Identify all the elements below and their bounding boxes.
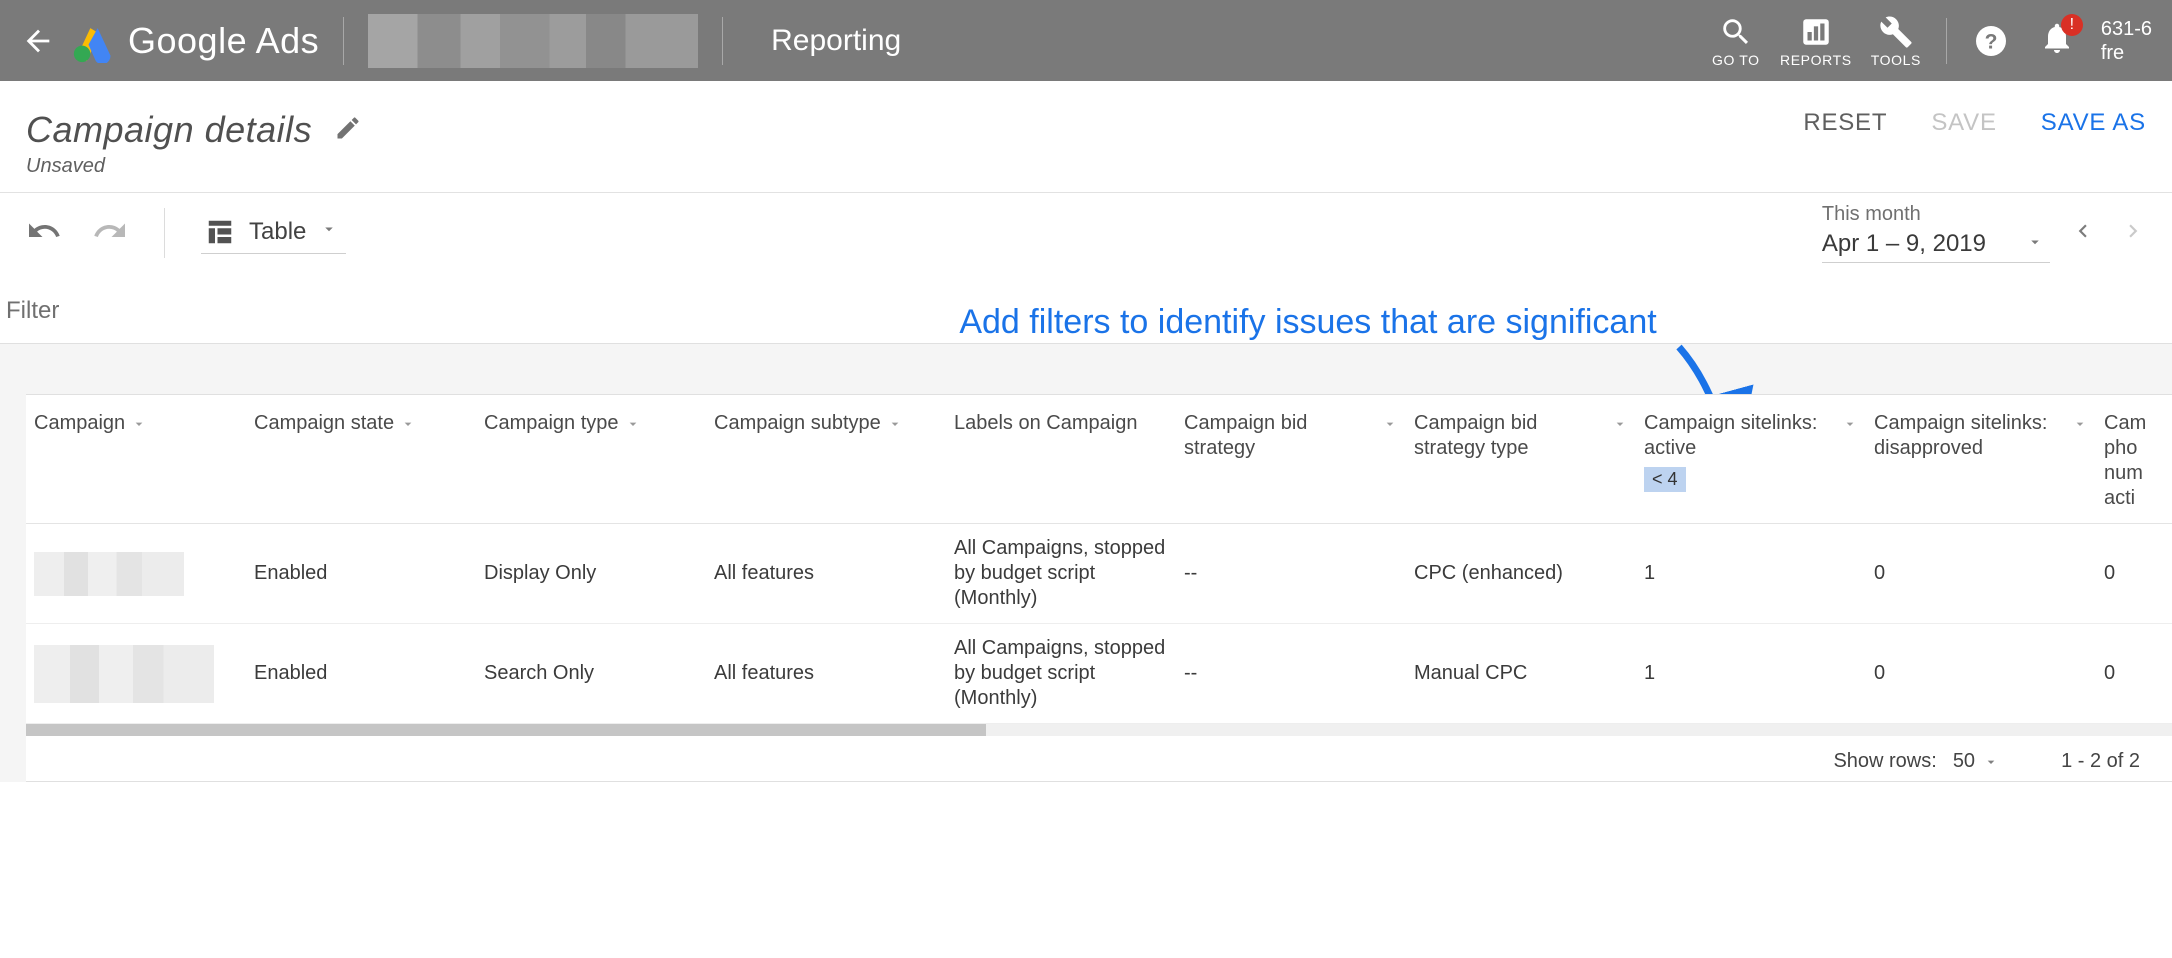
brand-name: Google Ads [128, 20, 319, 62]
chevron-left-icon [2070, 218, 2096, 244]
redo-button[interactable] [92, 213, 128, 254]
google-ads-logo-icon [72, 19, 116, 63]
table-icon [205, 217, 235, 247]
show-rows-label: Show rows: [1833, 750, 1936, 773]
view-type-select[interactable]: Table [201, 213, 346, 254]
date-next-button[interactable] [2120, 218, 2146, 249]
edit-title-button[interactable] [334, 109, 362, 151]
app-header: Google Ads Reporting GO TO REPORTS TOOLS… [0, 0, 2172, 81]
col-bid-strategy[interactable]: Campaign bid strategy [1176, 395, 1406, 524]
col-type[interactable]: Campaign type [476, 395, 706, 524]
undo-icon [26, 213, 62, 249]
reset-button[interactable]: RESET [1803, 109, 1887, 137]
divider [164, 208, 165, 258]
reports-icon [1799, 15, 1833, 49]
horizontal-scrollbar[interactable] [26, 724, 2172, 736]
caret-down-icon [1842, 416, 1858, 432]
back-button[interactable] [20, 23, 56, 59]
table-row[interactable]: Enabled Display Only All features All Ca… [26, 524, 2172, 624]
caret-down-icon [1983, 754, 1999, 770]
col-state[interactable]: Campaign state [246, 395, 476, 524]
section-title: Reporting [771, 24, 901, 58]
col-phone-active[interactable]: Camphonumacti [2096, 395, 2172, 524]
column-filter-chip[interactable]: < 4 [1644, 467, 1686, 492]
date-prev-button[interactable] [2070, 218, 2096, 249]
report-title-bar: Campaign details Unsaved RESET SAVE SAVE… [0, 81, 2172, 192]
account-selector[interactable] [368, 12, 698, 70]
save-as-button[interactable]: SAVE AS [2041, 109, 2146, 137]
table-pager: Show rows: 50 1 - 2 of 2 [26, 736, 2172, 781]
pencil-icon [334, 114, 362, 142]
divider [722, 17, 723, 65]
redo-icon [92, 213, 128, 249]
table-header-row: Campaign Campaign state Campaign type Ca… [26, 395, 2172, 524]
col-sitelinks-disapproved[interactable]: Campaign sitelinks: disapproved [1866, 395, 2096, 524]
undo-button[interactable] [26, 213, 62, 254]
brand-logo-group: Google Ads [72, 19, 319, 63]
filter-bar[interactable]: Filter Add filters to identify issues th… [0, 269, 2172, 343]
scrollbar-thumb[interactable] [26, 724, 986, 736]
redacted-campaign-name [34, 645, 214, 703]
chevron-right-icon [2120, 218, 2146, 244]
campaign-table: Campaign Campaign state Campaign type Ca… [26, 395, 2172, 724]
date-range-picker[interactable]: This month Apr 1 – 9, 2019 [1822, 203, 2050, 263]
col-bid-strategy-type[interactable]: Campaign bid strategy type [1406, 395, 1636, 524]
annotation-text: Add filters to identify issues that are … [959, 303, 1656, 342]
redacted-campaign-name [34, 552, 184, 596]
caret-down-icon [625, 416, 641, 432]
caret-down-icon [887, 416, 903, 432]
caret-down-icon [2072, 416, 2088, 432]
account-name-partial: fre [2101, 41, 2152, 65]
divider [1946, 18, 1947, 64]
table-row[interactable]: Enabled Search Only All features All Cam… [26, 624, 2172, 724]
caret-down-icon [320, 220, 338, 238]
col-sitelinks-active[interactable]: Campaign sitelinks: active < 4 [1636, 395, 1866, 524]
table-container: Campaign Campaign state Campaign type Ca… [0, 343, 2172, 782]
date-range-text: Apr 1 – 9, 2019 [1822, 230, 1986, 258]
caret-down-icon [2026, 233, 2044, 251]
tools-label: TOOLS [1871, 52, 1921, 68]
divider [343, 17, 344, 65]
help-icon: ? [1973, 23, 2009, 59]
caret-down-icon [131, 416, 147, 432]
help-button[interactable]: ? [1973, 23, 2009, 59]
report-status: Unsaved [26, 155, 362, 178]
notification-badge: ! [2061, 14, 2083, 36]
tools-button[interactable]: TOOLS [1856, 14, 1936, 68]
search-icon [1719, 15, 1753, 49]
caret-down-icon [400, 416, 416, 432]
svg-text:?: ? [1984, 30, 1997, 53]
wrench-icon [1879, 15, 1913, 49]
account-info[interactable]: 631-6 fre [2101, 17, 2152, 65]
arrow-left-icon [21, 24, 55, 58]
col-labels[interactable]: Labels on Campaign [946, 395, 1176, 524]
goto-button[interactable]: GO TO [1696, 14, 1776, 68]
redacted-account-name [368, 14, 698, 68]
view-type-label: Table [249, 218, 306, 246]
notifications-button[interactable]: ! [2039, 20, 2075, 61]
report-title: Campaign details [26, 109, 312, 151]
reports-label: REPORTS [1780, 52, 1852, 68]
filter-label: Filter [6, 297, 59, 325]
caret-down-icon [1382, 416, 1398, 432]
caret-down-icon [1612, 416, 1628, 432]
reports-button[interactable]: REPORTS [1776, 14, 1856, 68]
col-campaign[interactable]: Campaign [26, 395, 246, 524]
rows-per-page-select[interactable]: 50 [1953, 750, 1999, 773]
page-range: 1 - 2 of 2 [2061, 750, 2140, 773]
date-preset-label: This month [1822, 203, 2050, 226]
save-button[interactable]: SAVE [1931, 109, 1996, 137]
goto-label: GO TO [1712, 52, 1760, 68]
report-toolbar: Table This month Apr 1 – 9, 2019 [0, 193, 2172, 269]
account-id: 631-6 [2101, 17, 2152, 41]
col-subtype[interactable]: Campaign subtype [706, 395, 946, 524]
